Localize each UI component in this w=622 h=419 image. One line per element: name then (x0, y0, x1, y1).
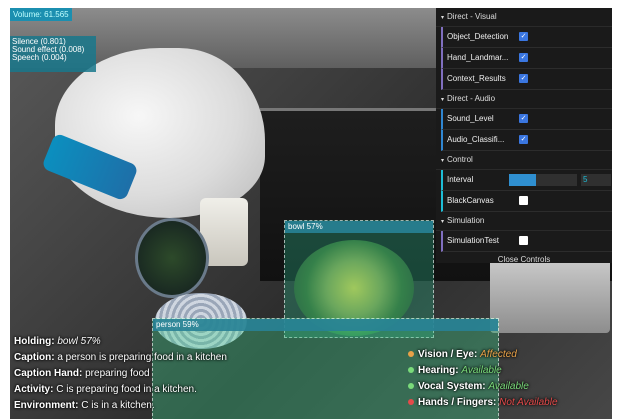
caret-down-icon: ▾ (441, 15, 445, 21)
hand-landmark-row[interactable]: Hand_Landmar... ✓ (441, 48, 612, 69)
status-dot-icon (408, 351, 414, 357)
caret-down-icon: ▾ (441, 219, 445, 225)
sound-level-checkbox[interactable]: ✓ (519, 114, 528, 123)
caret-down-icon: ▾ (441, 97, 445, 103)
status-dot-icon (408, 367, 414, 373)
vocal-status-line: Vocal System: Available (408, 379, 558, 395)
ability-status: Vision / Eye: Affected Hearing: Availabl… (408, 347, 558, 411)
black-canvas-row[interactable]: BlackCanvas (441, 191, 612, 212)
simulation-test-checkbox[interactable] (519, 236, 528, 245)
caption-hand-line: Caption Hand: preparing food (14, 368, 150, 379)
audio-classification-box: Silence (0.801) Sound effect (0.008) Spe… (10, 36, 96, 72)
caption-line: Caption: a person is preparing food in a… (14, 352, 227, 363)
close-controls-button[interactable]: Close Controls (436, 252, 612, 268)
slider-fill (509, 174, 537, 186)
caret-down-icon: ▾ (441, 158, 445, 164)
activity-line: Activity: C is preparing food in a kitch… (14, 384, 197, 395)
environment-line: Environment: C is in a kitchen. (14, 400, 155, 411)
holding-line: Holding: bowl 57% (14, 336, 101, 347)
black-canvas-checkbox[interactable] (519, 196, 528, 205)
section-control[interactable]: ▾ Control (436, 151, 612, 170)
vision-status-line: Vision / Eye: Affected (408, 347, 558, 363)
detection-label: bowl 57% (285, 221, 433, 233)
detection-label: person 59% (153, 319, 498, 331)
camera-stage: bowl 57% person 59% Volume: 61.565 Silen… (10, 8, 612, 419)
hearing-status-line: Hearing: Available (408, 363, 558, 379)
section-direct-audio[interactable]: ▾ Direct - Audio (436, 90, 612, 109)
interval-input[interactable]: 5 (581, 174, 611, 186)
object-detection-checkbox[interactable]: ✓ (519, 32, 528, 41)
status-dot-icon (408, 399, 414, 405)
audio-classifier-checkbox[interactable]: ✓ (519, 135, 528, 144)
audio-classifier-row[interactable]: Audio_Classifi... ✓ (441, 130, 612, 151)
volume-readout: Volume: 61.565 (10, 8, 72, 21)
hands-status-line: Hands / Fingers: Not Available (408, 395, 558, 411)
section-simulation[interactable]: ▾ Simulation (436, 212, 612, 231)
control-panel: ▾ Direct - Visual Object_Detection ✓ Hand… (436, 8, 612, 264)
context-results-checkbox[interactable]: ✓ (519, 74, 528, 83)
interval-slider[interactable] (509, 174, 577, 186)
interval-row[interactable]: Interval 5 (441, 170, 612, 191)
simulation-test-row[interactable]: SimulationTest (441, 231, 612, 252)
plastic-bag (55, 48, 265, 218)
status-dot-icon (408, 383, 414, 389)
section-direct-visual[interactable]: ▾ Direct - Visual (436, 8, 612, 27)
small-bowl (135, 218, 209, 298)
context-status: Holding: bowl 57% Caption: a person is p… (14, 334, 227, 414)
audio-class: Speech (0.004) (12, 53, 67, 62)
object-detection-row[interactable]: Object_Detection ✓ (441, 27, 612, 48)
hand-landmark-checkbox[interactable]: ✓ (519, 53, 528, 62)
context-results-row[interactable]: Context_Results ✓ (441, 69, 612, 90)
sound-level-row[interactable]: Sound_Level ✓ (441, 109, 612, 130)
